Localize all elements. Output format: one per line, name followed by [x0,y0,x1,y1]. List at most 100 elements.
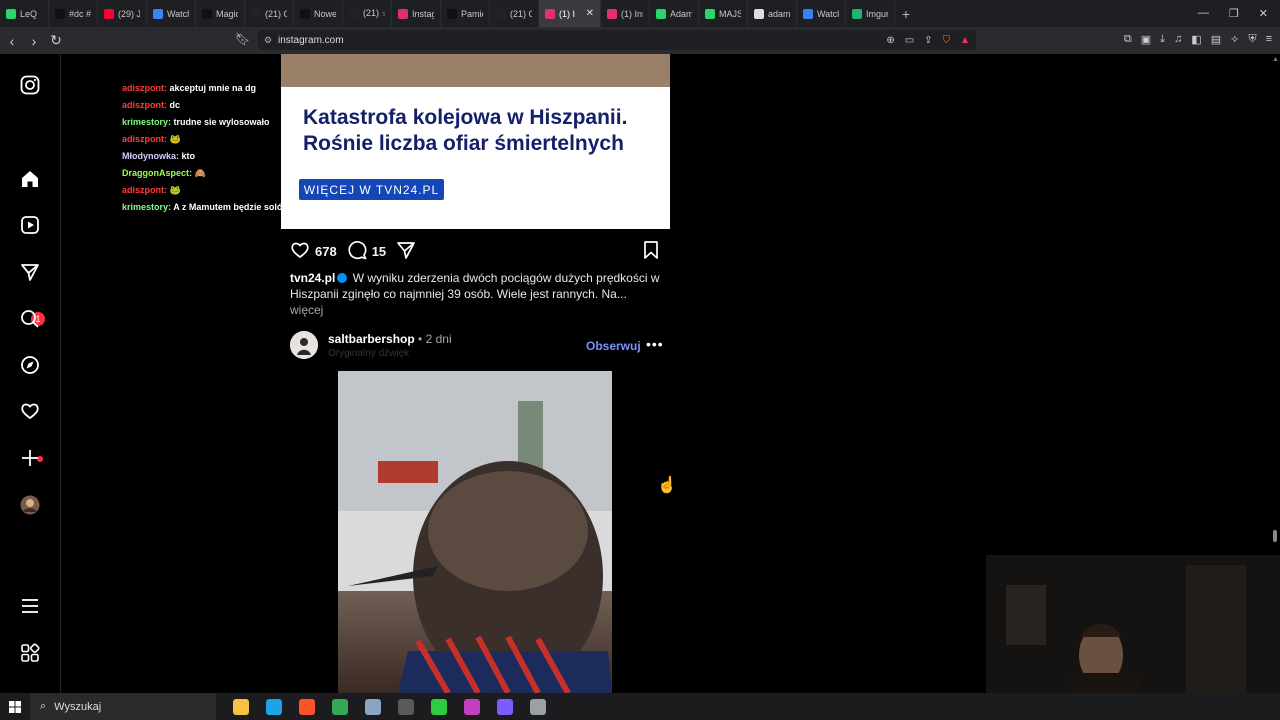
taskbar-app-glyph [529,698,546,715]
address-bar[interactable]: ⚙ instagram.com ⊕ ▭ ⇪ ⛉ ▲ [258,30,976,50]
close-window-icon[interactable]: ✕ [1259,7,1268,20]
back-icon[interactable]: ‹ [2,33,22,49]
chat-text: akceptuj mnie na dg [169,83,257,93]
chat-message: adiszpont: 🐸 [122,131,307,148]
browser-tab[interactable]: LeQ [0,0,49,27]
tab-label: (21) Głó [265,8,287,19]
post-author-name[interactable]: saltbarbershop [328,332,415,346]
post-image-partial[interactable] [281,54,670,87]
browser-tab[interactable]: #dc #fy [49,0,98,27]
taskbar-app-9-icon[interactable] [488,698,521,715]
scroll-thumb[interactable] [1273,530,1277,542]
new-tab-button[interactable]: + [895,6,917,22]
explore-icon[interactable] [19,354,41,376]
taskbar-app-5-icon[interactable] [356,698,389,715]
reload-icon[interactable]: ↻ [46,32,66,49]
close-tab-icon[interactable]: ✕ [586,8,594,19]
save-bookmark-icon[interactable] [641,240,661,265]
instagram-logo-icon[interactable] [19,74,41,96]
menu-icon[interactable]: ≡ [1266,33,1272,46]
news-card-image[interactable]: Katastrofa kolejowa w Hiszpanii. Rośnie … [281,87,670,229]
windows-start-icon[interactable] [0,700,30,713]
browser-tab[interactable]: Adam_G [650,0,699,27]
taskbar-app-8-icon[interactable] [455,698,488,715]
browser-tab[interactable]: Watch m [797,0,846,27]
media-icon[interactable]: ♫ [1174,33,1182,46]
browser-tab[interactable]: Instagra [392,0,441,27]
cast-icon[interactable]: ▭ [905,35,914,46]
tab-favicon-icon [545,8,555,19]
also-from-meta-icon[interactable] [19,642,41,664]
post-video[interactable] [281,371,670,693]
like-count[interactable]: 678 [315,244,337,259]
browser-tab[interactable]: Imgur: T [846,0,895,27]
url-text[interactable]: instagram.com [278,35,344,46]
wallet-icon[interactable]: ▤ [1211,33,1221,46]
forward-icon[interactable]: › [24,33,44,49]
create-plus-icon[interactable] [19,447,41,469]
taskbar-edge-icon[interactable] [257,698,290,715]
more-menu-icon[interactable] [19,595,41,617]
taskbar-app-glyph [430,698,447,715]
taskbar-brave-icon[interactable] [290,698,323,715]
extensions-icon[interactable]: ⧉ [1124,33,1132,46]
follow-button[interactable]: Obserwuj [586,339,641,353]
home-icon[interactable] [19,168,41,190]
chat-text: 🐸 [169,134,181,144]
tab-favicon-icon [607,8,617,19]
browser-tab[interactable]: (1) I ✕ [539,0,601,27]
site-info-icon[interactable]: ⚙ [264,35,278,46]
browser-tab[interactable]: adam_g [748,0,797,27]
chat-username: adiszpont: [122,83,170,93]
tab-search-icon[interactable]: ▣ [1141,33,1151,46]
post-options-icon[interactable]: ••• [646,336,664,352]
download-icon[interactable]: ⤓ [1160,33,1165,46]
post-audio-label[interactable]: Oryginalny dźwięk [328,348,409,359]
browser-tab[interactable]: Nowe st [294,0,343,27]
post-author[interactable]: saltbarbershop • 2 dni [328,332,452,346]
chat-username: adiszpont: [122,185,170,195]
brave-shield-icon[interactable]: ⛉ [943,35,951,46]
messages-icon[interactable] [19,261,41,283]
taskbar-search[interactable]: ⌕ Wyszukaj [30,693,216,720]
vpn-icon[interactable]: ⛨ [1248,33,1256,46]
browser-tab[interactable]: (1) Insta [601,0,650,27]
bookmark-icon[interactable]: 🔖︎ [235,32,250,46]
taskbar-app-10-icon[interactable] [521,698,554,715]
caption-more-link[interactable]: więcej [290,303,323,317]
like-heart-icon[interactable] [290,240,310,263]
share-icon[interactable]: ⇪ [924,35,932,46]
browser-tab[interactable]: MAJSTE [699,0,748,27]
taskbar-file-explorer-icon[interactable] [224,698,257,715]
sidebar-toggle-icon[interactable]: ◧ [1191,33,1201,46]
profile-avatar[interactable] [19,494,41,516]
taskbar-app-7-icon[interactable] [422,698,455,715]
reels-icon[interactable] [19,214,41,236]
browser-tab[interactable]: (21) ☆ w [343,0,392,27]
browser-tab[interactable]: (21) Głó [490,0,539,27]
browser-tab[interactable]: (21) Głó [245,0,294,27]
tab-label: Instagra [412,8,434,19]
search-icon[interactable] [19,308,41,330]
post-time: • 2 dni [418,332,452,346]
comment-icon[interactable] [347,240,367,263]
browser-tab[interactable]: Watch s [147,0,196,27]
zoom-icon[interactable]: ⊕ [886,35,894,46]
minimize-icon[interactable]: — [1198,7,1209,20]
taskbar-app-glyph [496,698,513,715]
brave-rewards-icon[interactable]: ▲ [960,35,970,46]
browser-tab[interactable]: (29) Jan [98,0,147,27]
browser-tab[interactable]: Magiczn [196,0,245,27]
scroll-up-arrow-icon[interactable]: ▲ [1272,56,1279,63]
caption-username[interactable]: tvn24.pl [290,271,335,285]
browser-tab[interactable]: Pamiętą [441,0,490,27]
restore-icon[interactable]: ❐ [1229,7,1239,20]
taskbar-app-6-icon[interactable] [389,698,422,715]
chat-text: trudne sie wylosowało [173,117,270,127]
leo-ai-icon[interactable]: ✧ [1230,33,1239,46]
notifications-heart-icon[interactable] [19,400,41,422]
share-icon[interactable] [396,240,416,263]
comment-count[interactable]: 15 [372,244,386,259]
taskbar-chrome-icon[interactable] [323,698,356,715]
post-author-avatar[interactable] [290,331,318,359]
